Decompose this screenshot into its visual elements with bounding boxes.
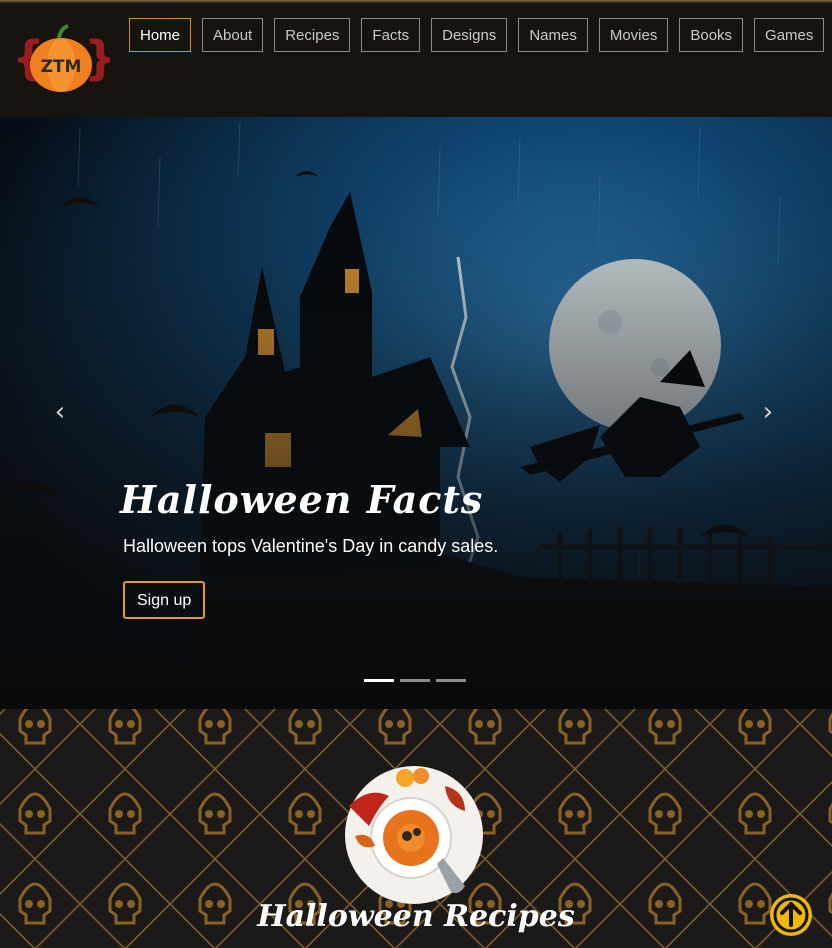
hero-carousel: ‹ › Halloween Facts Halloween tops Valen… (0, 117, 832, 709)
nav-recipes[interactable]: Recipes (274, 18, 351, 52)
carousel-title: Halloween Facts (120, 477, 484, 522)
nav-names[interactable]: Names (518, 18, 588, 52)
nav-about[interactable]: About (202, 18, 264, 52)
recipes-section: Halloween Recipes (0, 709, 832, 948)
sign-up-button[interactable]: Sign up (123, 581, 206, 619)
nav-movies[interactable]: Movies (598, 18, 669, 52)
carousel-indicators (364, 679, 466, 682)
section-title: Halloween Recipes (257, 899, 575, 934)
pumpkin-soup-image (345, 766, 483, 904)
nav-facts[interactable]: Facts (361, 18, 421, 52)
navbar: { } ZTM Home About Recipes Facts Designs… (0, 0, 832, 117)
nav-home[interactable]: Home (129, 18, 192, 52)
carousel-indicator-3[interactable] (436, 679, 466, 682)
nav-designs[interactable]: Designs (431, 18, 508, 52)
haunted-castle-witch-image (0, 117, 832, 709)
carousel-next-icon[interactable]: › (753, 397, 783, 427)
nav-games[interactable]: Games (754, 18, 825, 52)
nav-books[interactable]: Books (679, 18, 744, 52)
carousel-indicator-2[interactable] (400, 679, 430, 682)
carousel-text: Halloween tops Valentine's Day in candy … (123, 536, 499, 556)
main-nav: Home About Recipes Facts Designs Names M… (129, 18, 825, 52)
carousel-prev-icon[interactable]: ‹ (45, 397, 75, 427)
scroll-top-arrow-icon[interactable] (769, 893, 813, 937)
carousel-caption: Halloween Facts Halloween tops Valentine… (120, 477, 499, 619)
ztm-pumpkin-logo[interactable]: { } ZTM (12, 24, 110, 96)
carousel-indicator-1[interactable] (364, 679, 394, 682)
logo-text: ZTM (41, 57, 82, 77)
